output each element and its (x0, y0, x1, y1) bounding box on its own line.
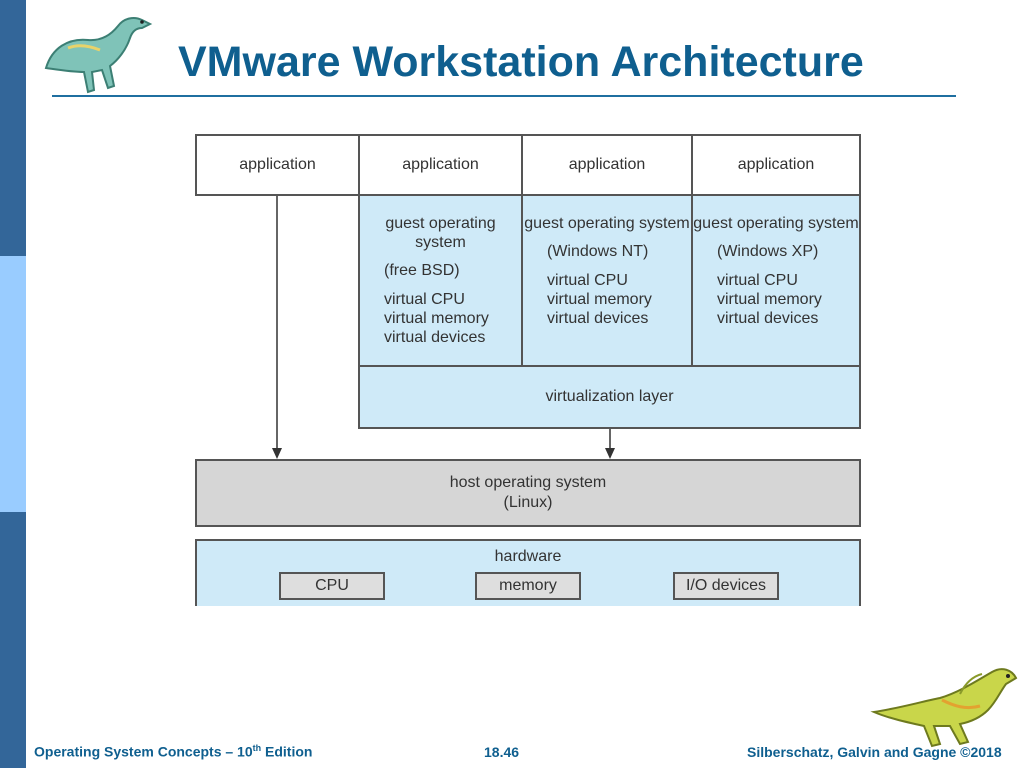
dinosaur-logo-icon (44, 17, 153, 94)
footer-edition-text: Edition (261, 744, 313, 760)
arrow-head (272, 448, 282, 459)
sidebar-segment-top (0, 0, 26, 256)
footer-edition-superscript: th (252, 743, 262, 754)
footer-book-title: Operating System Concepts – 10th Edition (34, 743, 312, 760)
footer-book-title-text: Operating System Concepts – 10 (34, 744, 253, 760)
sidebar-segment-bottom (0, 512, 26, 768)
footer-slide-number: 18.46 (484, 744, 520, 760)
footer-copyright: Silberschatz, Galvin and Gagne ©2018 (747, 744, 1002, 760)
dinosaur-mascot-icon (870, 668, 1018, 748)
title-underline (52, 95, 956, 97)
sidebar-segment-middle (0, 256, 26, 512)
vmware-architecture-diagram: application application application appl… (195, 134, 861, 606)
slide-sidebar (0, 0, 26, 768)
diagram-arrows (272, 196, 615, 459)
slide-title: VMware Workstation Architecture (178, 38, 864, 86)
arrow-head (605, 448, 615, 459)
